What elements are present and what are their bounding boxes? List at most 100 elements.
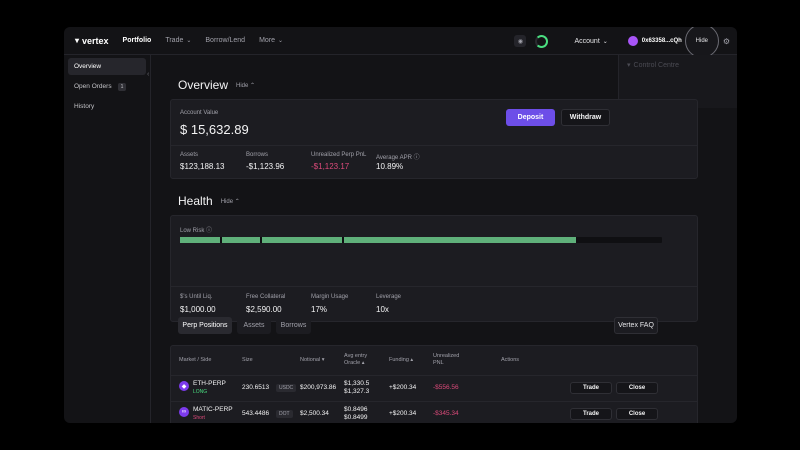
tab-label: Borrows	[280, 322, 307, 329]
sidebar-item-history[interactable]: History	[68, 98, 146, 115]
col-notional[interactable]: Notional ▾	[300, 357, 324, 364]
sort-icon: ▴	[410, 357, 414, 363]
wallet-address: 0x63358...cQh	[641, 38, 682, 44]
margin-usage-value: 17%	[311, 305, 328, 314]
col-funding[interactable]: Funding ▴	[389, 357, 413, 364]
hide-label: Hide	[695, 38, 708, 44]
col-pnl-label: PNL	[433, 360, 444, 366]
account-menu[interactable]: Account ⌄	[574, 38, 607, 45]
gear-icon[interactable]: ⚙	[723, 37, 730, 46]
collapse-sidebar-icon[interactable]: ‹	[147, 71, 149, 78]
free-collateral-value: $2,590.00	[246, 305, 282, 314]
divider	[171, 286, 697, 287]
chevron-down-icon: ⌄	[186, 38, 192, 44]
health-ring-icon[interactable]	[535, 34, 549, 48]
info-icon[interactable]: ⓘ	[206, 228, 212, 234]
tab-assets[interactable]: Assets	[237, 317, 271, 334]
vertex-logo-icon: ▾	[627, 62, 631, 69]
chevron-down-icon: ⌄	[278, 38, 284, 44]
col-actions: Actions	[501, 357, 520, 363]
col-oracle-label: Oracle	[344, 360, 361, 366]
average-apr-value: 10.89%	[376, 162, 404, 171]
top-bar: ▾ vertex Portfolio Trade ⌄ Borrow/Lend Mo…	[64, 27, 737, 58]
margin-usage-label: Margin Usage	[311, 294, 349, 300]
row-side: Short	[193, 415, 205, 421]
health-card: Low Risk ⓘ $'s Until Liq. $1,000.00 Free…	[170, 215, 698, 322]
wallet-button[interactable]: 0x63358...cQh	[627, 36, 682, 46]
chevron-down-icon: ⌄	[602, 38, 608, 45]
account-value-label: Account Value	[180, 110, 219, 116]
trade-label: Trade	[582, 411, 599, 417]
leverage-label: Leverage	[376, 294, 402, 300]
row-oracle: $0.8499	[344, 414, 368, 421]
until-liq-value: $1,000.00	[180, 305, 216, 314]
sidebar-item-label: History	[74, 103, 95, 110]
col-unrealized-pnl[interactable]: Unrealized PNL	[433, 353, 459, 367]
trade-button[interactable]: Trade	[570, 382, 612, 394]
control-centre-label: Control Centre	[633, 61, 680, 69]
overview-title: Overview Hide ⌃	[178, 78, 255, 92]
close-button[interactable]: Close	[616, 382, 658, 394]
row-notional: $200,973.86	[300, 384, 337, 391]
positions-table: Market / Side Size Notional ▾ Avg entry O…	[170, 345, 698, 423]
sidebar-item-overview[interactable]: Overview	[68, 58, 146, 75]
average-apr-label: Average APR ⓘ	[376, 152, 420, 161]
health-title-text: Health	[178, 194, 213, 208]
withdraw-button[interactable]: Withdraw	[561, 109, 610, 126]
overview-title-text: Overview	[178, 78, 229, 92]
health-bar-segment	[262, 237, 342, 243]
nav-borrow-lend-label: Borrow/Lend	[205, 37, 246, 44]
row-funding: +$200.34	[389, 410, 417, 417]
health-bar	[180, 237, 662, 243]
info-icon[interactable]: ⓘ	[414, 155, 420, 161]
nav-borrow-lend[interactable]: Borrow/Lend	[205, 37, 245, 44]
divider	[171, 375, 697, 376]
health-title: Health Hide ⌃	[178, 194, 240, 208]
col-avg-entry[interactable]: Avg entry Oracle ▴	[344, 353, 367, 367]
tab-perp-positions[interactable]: Perp Positions	[178, 317, 232, 334]
average-apr-text: Average APR	[376, 155, 412, 161]
nav-more-label: More	[259, 37, 276, 44]
col-funding-label: Funding	[389, 357, 409, 363]
main-nav: Portfolio Trade ⌄ Borrow/Lend More ⌄	[123, 37, 298, 44]
nav-portfolio[interactable]: Portfolio	[123, 37, 152, 44]
health-hide-toggle[interactable]: Hide ⌃	[221, 198, 240, 205]
sidebar: Overview Open Orders 1 History	[64, 55, 151, 423]
wallet-avatar	[627, 36, 638, 46]
col-market: Market / Side	[179, 357, 212, 363]
assets-value: $123,188.13	[180, 162, 225, 171]
nav-trade-label: Trade	[165, 37, 184, 44]
hide-button[interactable]: Hide	[684, 27, 719, 58]
risk-label: Low Risk ⓘ	[180, 225, 212, 234]
faq-label: Vertex FAQ	[618, 322, 654, 329]
nav-more[interactable]: More ⌄	[259, 37, 283, 44]
deposit-button[interactable]: Deposit	[506, 109, 555, 126]
app-window: ▾ vertex Portfolio Trade ⌄ Borrow/Lend Mo…	[64, 27, 737, 423]
row-market[interactable]: ETH-PERP	[193, 380, 226, 388]
deposit-label: Deposit	[517, 114, 544, 121]
row-size: 230.6513	[242, 384, 270, 391]
divider	[171, 401, 697, 402]
sidebar-item-label: Open Orders	[74, 83, 112, 90]
close-button[interactable]: Close	[616, 408, 658, 420]
overview-hide-toggle[interactable]: Hide ⌃	[236, 82, 255, 89]
sidebar-item-label: Overview	[74, 63, 102, 70]
account-value: $ 15,632.89	[180, 122, 249, 137]
vertex-faq-button[interactable]: Vertex FAQ	[614, 317, 658, 334]
tab-borrows[interactable]: Borrows	[276, 317, 311, 334]
logo[interactable]: ▾ vertex	[75, 36, 109, 46]
borrows-value: -$1,123.96	[246, 162, 285, 171]
close-label: Close	[628, 411, 646, 417]
row-entry: $1,330.5	[344, 380, 370, 387]
trade-button[interactable]: Trade	[570, 408, 612, 420]
network-icon[interactable]: ◉	[514, 35, 527, 47]
row-market[interactable]: MATIC-PERP	[193, 406, 233, 414]
col-size: Size	[242, 357, 253, 363]
account-label: Account	[574, 37, 600, 45]
control-centre-item[interactable]: ▾ Control Centre	[627, 61, 680, 70]
free-collateral-label: Free Collateral	[246, 294, 286, 300]
row-side: LONG	[193, 389, 208, 395]
row-pnl: -$556.56	[433, 384, 459, 391]
sidebar-item-open-orders[interactable]: Open Orders 1	[68, 78, 146, 95]
nav-trade[interactable]: Trade ⌄	[165, 37, 191, 44]
